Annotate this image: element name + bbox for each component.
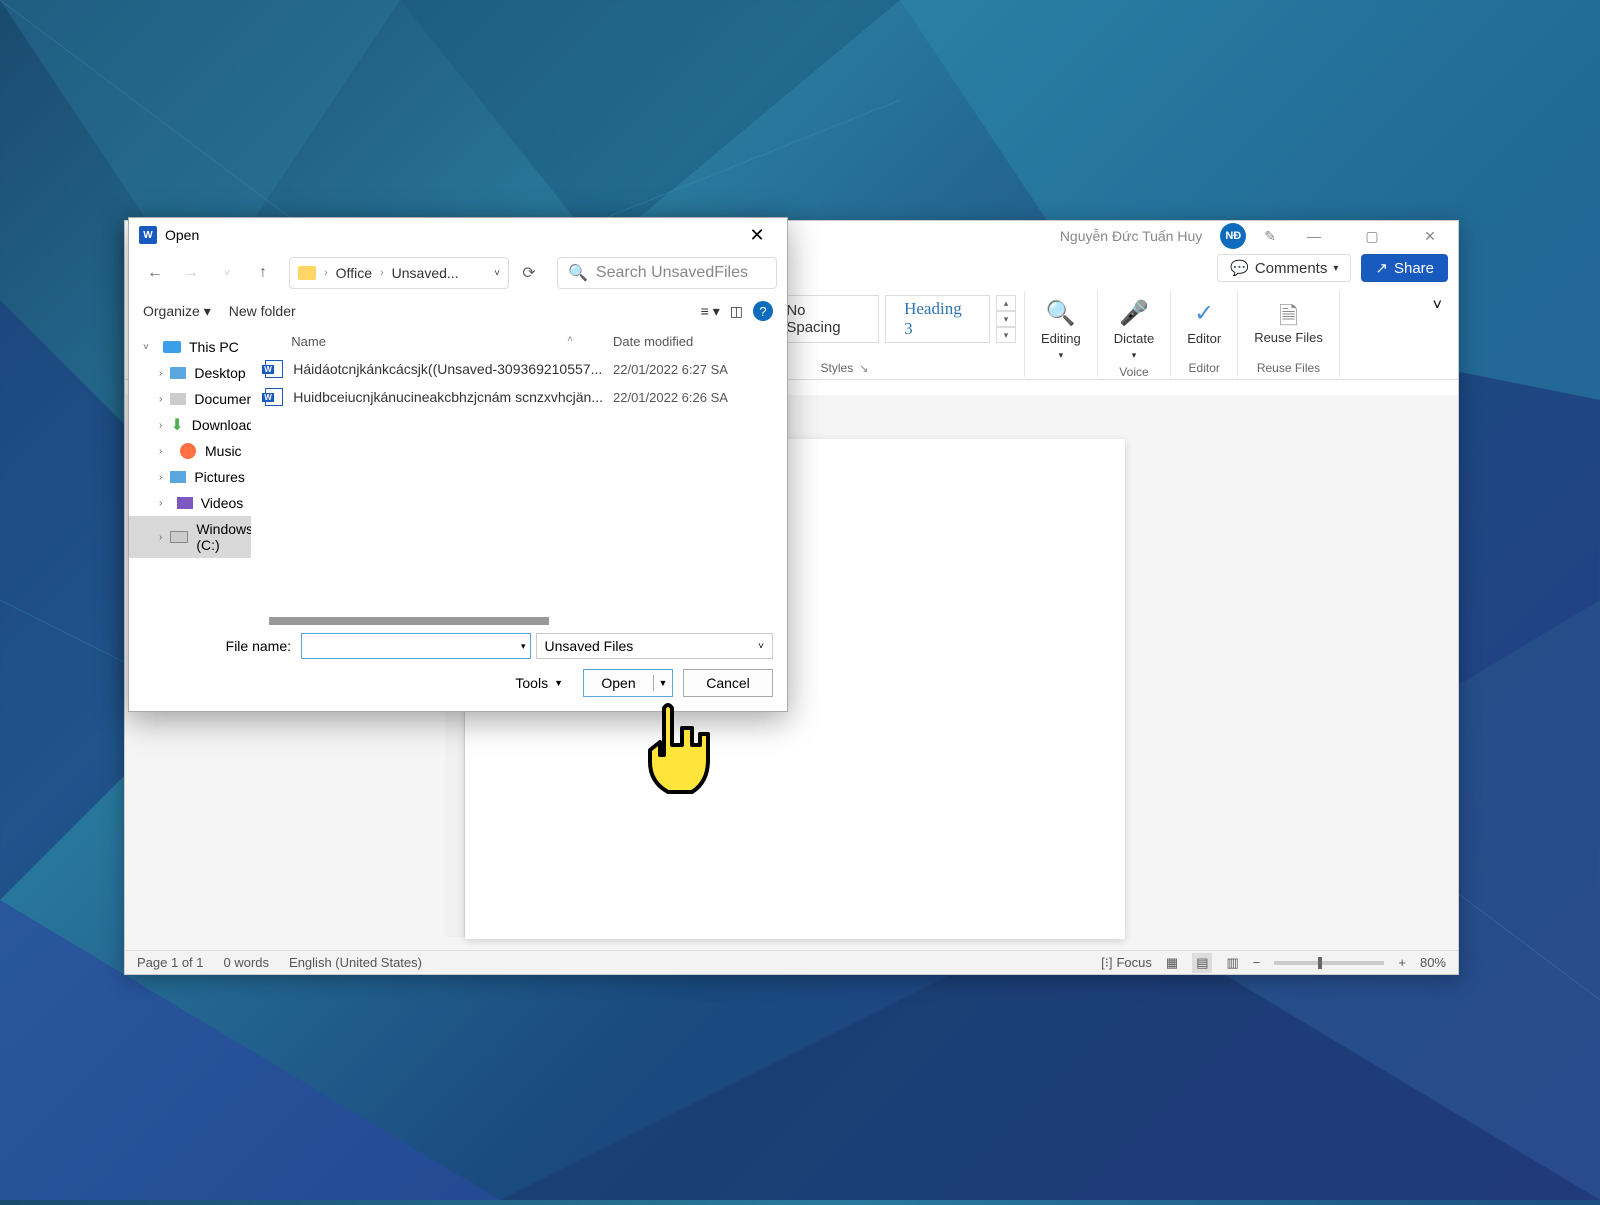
zoom-in-button[interactable]: +	[1398, 955, 1406, 970]
reuse-files-button[interactable]: 🗎 Reuse Files	[1246, 295, 1331, 349]
tree-c-drive[interactable]: ›Windows (C:)	[129, 516, 251, 558]
editor-group: ✓ Editor Editor	[1171, 291, 1238, 377]
style-gallery-scroll: ▴ ▾ ▾	[996, 295, 1016, 343]
col-date[interactable]: Date modified	[613, 334, 773, 349]
tree-documents[interactable]: ›Documents	[129, 386, 251, 412]
address-breadcrumb[interactable]: › Office › Unsaved... ˅	[289, 257, 509, 289]
col-name[interactable]: Name	[265, 334, 567, 349]
editor-icon: ✓	[1194, 299, 1214, 327]
filename-dropdown-icon[interactable]: ▾	[521, 641, 526, 652]
file-name-input[interactable]	[301, 633, 531, 659]
dialog-footer: File name: ▾ Unsaved Files ˅ Tools▼ Open…	[129, 625, 787, 711]
user-avatar[interactable]: NĐ	[1220, 223, 1246, 249]
word-file-icon	[265, 388, 283, 406]
file-name-label: File name:	[143, 638, 291, 654]
focus-mode-button[interactable]: [⁝]Focus	[1101, 955, 1152, 971]
file-list-area: Name ˄ Date modified Háidáotcnjkánkcácsj…	[251, 328, 787, 625]
new-folder-button[interactable]: New folder	[229, 303, 296, 319]
refresh-button[interactable]: ⟳	[513, 258, 545, 288]
search-icon: 🔍	[1046, 299, 1076, 327]
zoom-slider[interactable]	[1274, 961, 1384, 965]
chevron-down-icon: ▾	[1059, 350, 1064, 361]
style-scroll-down[interactable]: ▾	[996, 311, 1016, 327]
editor-button[interactable]: ✓ Editor	[1179, 295, 1229, 350]
ribbon-collapse-icon[interactable]: ˅	[1427, 291, 1448, 321]
search-icon: 🔍	[568, 263, 588, 283]
horizontal-scrollbar[interactable]	[269, 617, 549, 625]
preview-pane-button[interactable]: ◫	[730, 303, 743, 320]
reuse-files-group: 🗎 Reuse Files Reuse Files	[1238, 291, 1340, 377]
editing-group: 🔍 Editing ▾	[1025, 291, 1098, 377]
tree-videos[interactable]: ›Videos	[129, 490, 251, 516]
language-indicator[interactable]: English (United States)	[289, 955, 422, 970]
nav-recent-chevron[interactable]: ˅	[211, 258, 243, 288]
open-file-dialog: W Open ✕ ← → ˅ ↑ › Office › Unsaved... ˅…	[128, 217, 788, 712]
voice-group: 🎤 Dictate ▾ Voice	[1098, 291, 1171, 377]
coming-soon-icon[interactable]: ✎	[1264, 228, 1276, 245]
tree-pictures[interactable]: ›Pictures	[129, 464, 251, 490]
view-options-button[interactable]: ≡ ▾	[701, 303, 720, 320]
dialog-toolbar: Organize ▾ New folder ≡ ▾ ◫ ?	[129, 294, 787, 328]
tree-desktop[interactable]: ›Desktop	[129, 360, 251, 386]
user-name: Nguyễn Đức Tuấn Huy	[1060, 228, 1202, 244]
zoom-level[interactable]: 80%	[1420, 955, 1446, 970]
chevron-down-icon: ˅	[758, 641, 764, 652]
chevron-right-icon: ›	[324, 267, 328, 279]
tools-menu[interactable]: Tools▼	[515, 675, 563, 691]
comment-icon: 💬	[1230, 259, 1249, 277]
file-row[interactable]: Huidbceiucnjkánucineakcbhzjcnám scnzxvhc…	[251, 383, 787, 411]
print-layout-icon[interactable]: ▤	[1192, 953, 1212, 973]
dialog-title: Open	[165, 227, 199, 243]
minimize-button[interactable]: —	[1294, 223, 1334, 249]
style-scroll-up[interactable]: ▴	[996, 295, 1016, 311]
editing-button[interactable]: 🔍 Editing ▾	[1033, 295, 1089, 365]
style-heading-3[interactable]: Heading 3	[885, 295, 990, 343]
pointing-hand-cursor	[630, 700, 730, 815]
cancel-button[interactable]: Cancel	[683, 669, 773, 697]
word-count[interactable]: 0 words	[224, 955, 270, 970]
nav-forward-button[interactable]: →	[175, 258, 207, 288]
folder-icon	[298, 266, 316, 280]
help-icon[interactable]: ?	[753, 301, 773, 321]
dialog-nav-bar: ← → ˅ ↑ › Office › Unsaved... ˅ ⟳ 🔍 Sear…	[129, 252, 787, 294]
tree-downloads[interactable]: ›⬇Downloads	[129, 412, 251, 438]
open-button[interactable]: Open ▼	[583, 669, 673, 697]
folder-tree: ˅This PC ›Desktop ›Documents ›⬇Downloads…	[129, 328, 251, 625]
close-button[interactable]: ✕	[1410, 223, 1450, 249]
word-app-icon: W	[139, 226, 157, 244]
share-button[interactable]: ↗ Share	[1361, 254, 1448, 282]
share-icon: ↗	[1375, 259, 1388, 277]
status-bar: Page 1 of 1 0 words English (United Stat…	[125, 950, 1458, 974]
chevron-down-icon[interactable]: ˅	[494, 268, 500, 279]
tree-this-pc[interactable]: ˅This PC	[129, 334, 251, 360]
focus-icon: [⁝]	[1101, 955, 1112, 971]
nav-up-button[interactable]: ↑	[247, 258, 279, 288]
styles-launcher-icon[interactable]: ↘	[859, 362, 868, 375]
file-row[interactable]: Háidáotcnjkánkcácsjk((Unsaved-3093692105…	[251, 355, 787, 383]
organize-menu[interactable]: Organize ▾	[143, 303, 211, 320]
sort-indicator-icon: ˄	[567, 334, 573, 349]
page-indicator[interactable]: Page 1 of 1	[137, 955, 204, 970]
chevron-down-icon: ▾	[1333, 263, 1338, 274]
reuse-files-icon: 🗎	[1279, 299, 1298, 327]
chevron-right-icon: ›	[380, 267, 384, 279]
maximize-button[interactable]: ▢	[1352, 223, 1392, 249]
chevron-down-icon: ▾	[1132, 350, 1137, 361]
tree-music[interactable]: ›Music	[129, 438, 251, 464]
word-file-icon	[265, 360, 283, 378]
dialog-close-button[interactable]: ✕	[737, 225, 777, 246]
read-mode-icon[interactable]: ▦	[1166, 955, 1178, 971]
zoom-out-button[interactable]: −	[1253, 955, 1261, 970]
web-layout-icon[interactable]: ▥	[1226, 955, 1238, 971]
dictate-button[interactable]: 🎤 Dictate ▾	[1106, 295, 1162, 365]
nav-back-button[interactable]: ←	[139, 258, 171, 288]
microphone-icon: 🎤	[1119, 299, 1149, 327]
file-type-filter[interactable]: Unsaved Files ˅	[536, 633, 773, 659]
column-headers[interactable]: Name ˄ Date modified	[251, 328, 787, 355]
dialog-titlebar: W Open ✕	[129, 218, 787, 252]
open-split-dropdown[interactable]: ▼	[654, 678, 672, 688]
search-input[interactable]: 🔍 Search UnsavedFiles	[557, 257, 777, 289]
style-gallery-expand[interactable]: ▾	[996, 327, 1016, 343]
comments-button[interactable]: 💬 Comments ▾	[1217, 254, 1351, 282]
